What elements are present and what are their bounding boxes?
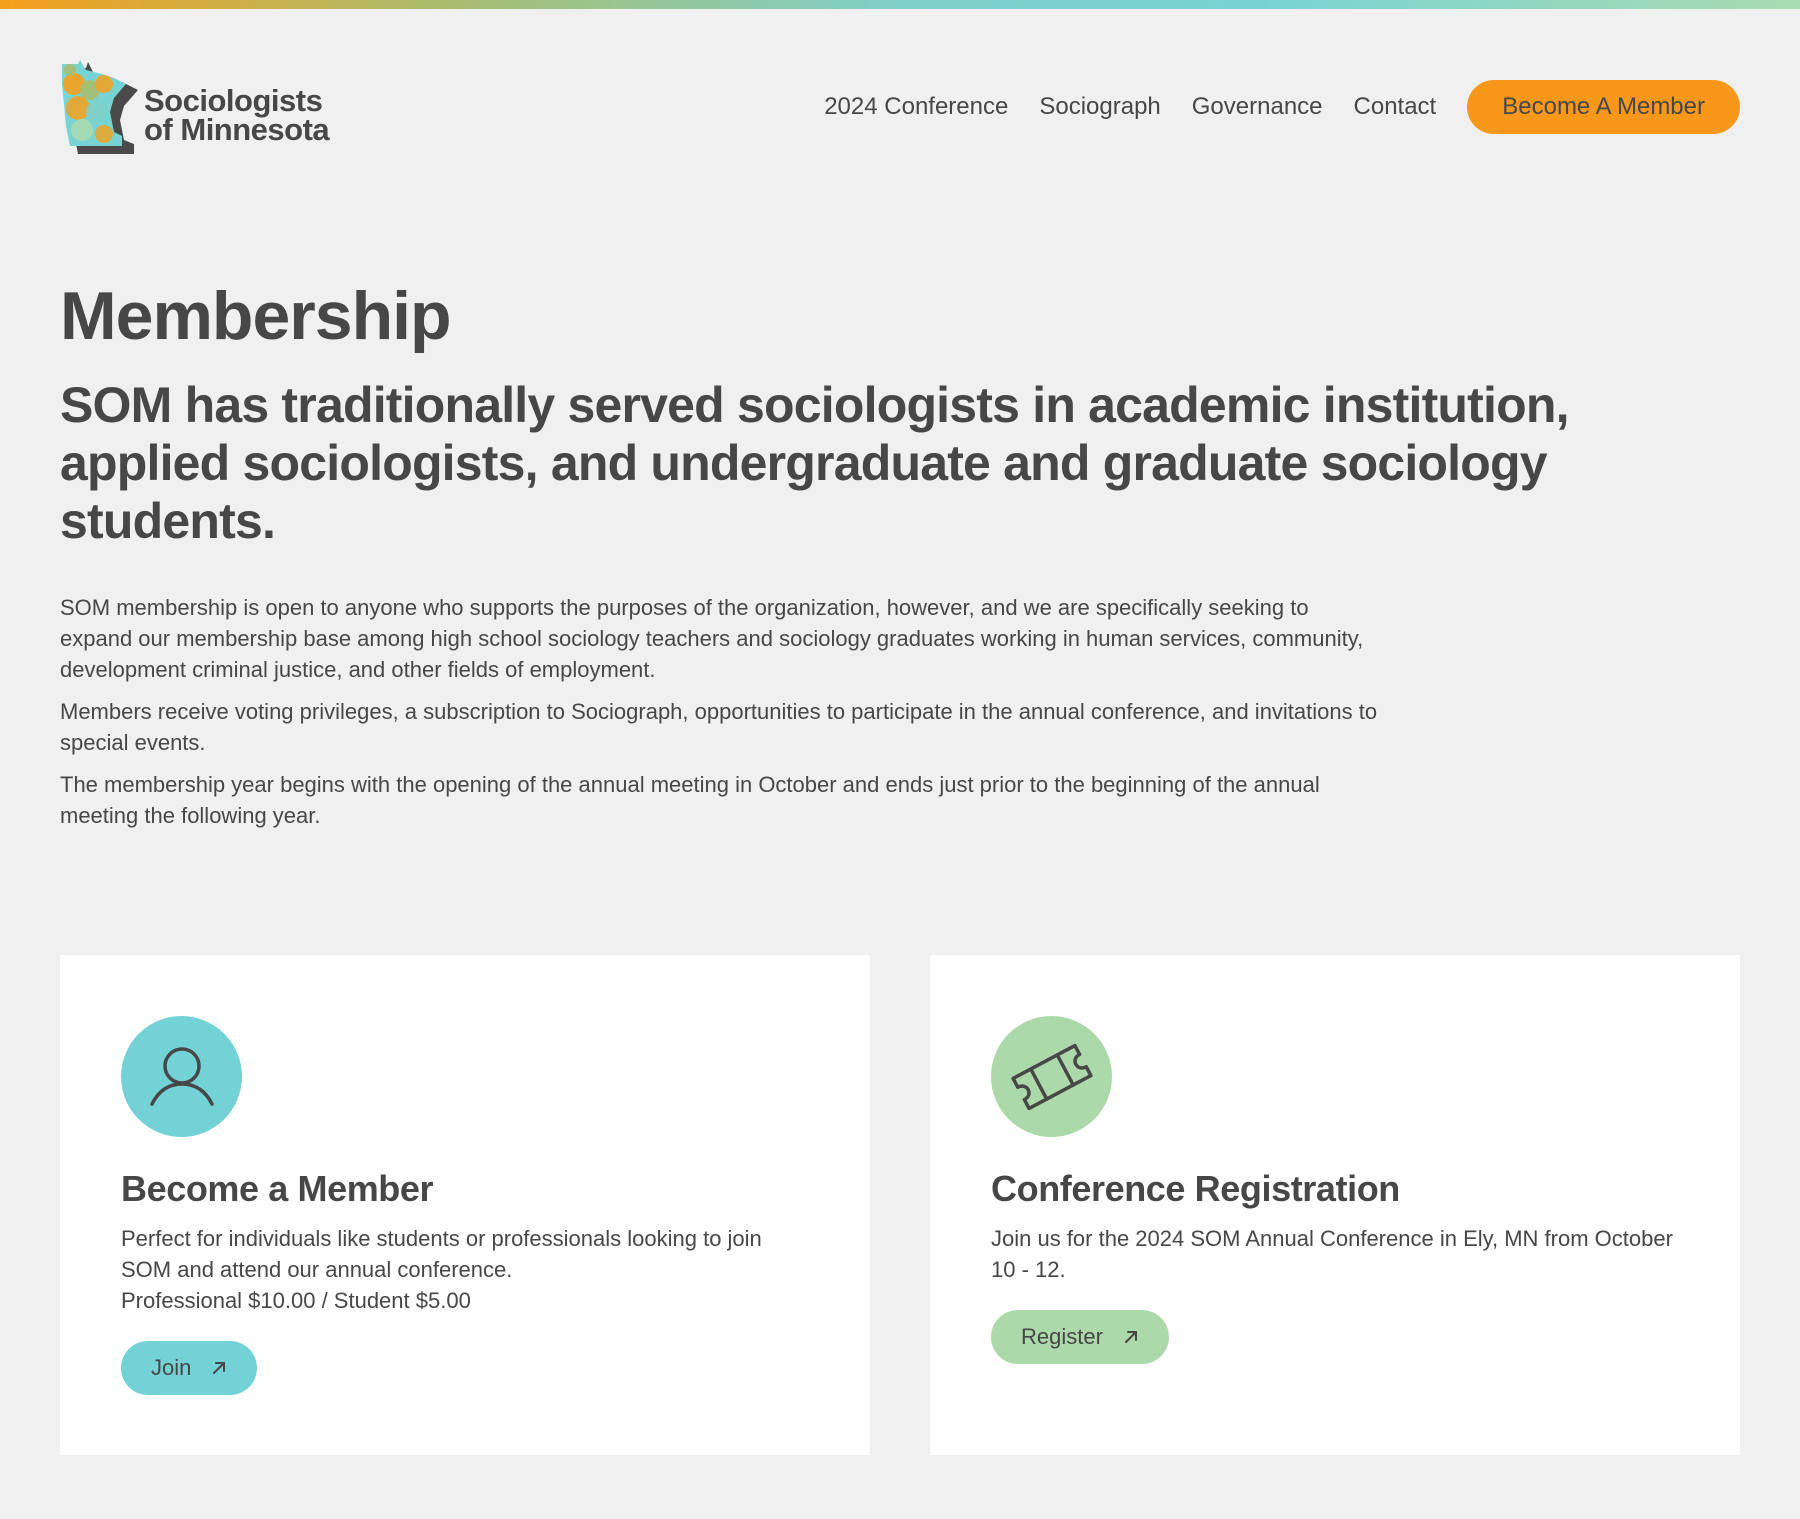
- site-header: Sociologists of Minnesota 2024 Conferenc…: [60, 58, 1740, 158]
- card-title-conference-registration: Conference Registration: [991, 1168, 1400, 1209]
- site-logo[interactable]: Sociologists of Minnesota: [60, 58, 350, 156]
- conference-registration-card: Conference Registration Join us for the …: [930, 955, 1740, 1455]
- register-button[interactable]: Register: [991, 1310, 1169, 1364]
- become-a-member-button[interactable]: Become A Member: [1467, 80, 1740, 134]
- main-nav: 2024 Conference Sociograph Governance Co…: [824, 80, 1740, 134]
- action-cards: Become a Member Perfect for individuals …: [60, 955, 1740, 1455]
- join-button[interactable]: Join: [121, 1341, 258, 1395]
- page-title: Membership: [60, 278, 452, 354]
- user-icon: [121, 1016, 242, 1137]
- logo-line-2: of Minnesota: [144, 112, 330, 147]
- nav-link-governance[interactable]: Governance: [1192, 93, 1323, 121]
- top-gradient-bar: [0, 0, 1800, 9]
- nav-link-contact[interactable]: Contact: [1354, 93, 1437, 121]
- join-button-label: Join: [151, 1355, 192, 1380]
- nav-link-2024-conference[interactable]: 2024 Conference: [824, 93, 1008, 121]
- nav-link-sociograph[interactable]: Sociograph: [1039, 93, 1160, 121]
- membership-description: SOM membership is open to anyone who sup…: [60, 592, 1380, 842]
- minnesota-map-logo-icon: [62, 60, 138, 154]
- arrow-up-right-icon: [213, 1362, 226, 1374]
- paragraph-membership-open: SOM membership is open to anyone who sup…: [60, 595, 1364, 682]
- become-member-card: Become a Member Perfect for individuals …: [60, 955, 870, 1455]
- logo-wordmark: Sociologists of Minnesota: [144, 83, 330, 147]
- register-button-label: Register: [1021, 1324, 1103, 1349]
- lead-statement: SOM has traditionally served sociologist…: [60, 377, 1569, 549]
- paragraph-member-benefits: Members receive voting privileges, a sub…: [60, 699, 1378, 755]
- logo-line-1: Sociologists: [144, 83, 323, 118]
- paragraph-membership-year: The membership year begins with the open…: [60, 772, 1320, 828]
- membership-pricing: Professional $10.00 / Student $5.00: [121, 1288, 471, 1313]
- card-title-become-member: Become a Member: [121, 1168, 434, 1209]
- card-description-conference-registration: Join us for the 2024 SOM Annual Conferen…: [991, 1226, 1673, 1282]
- ticket-icon: [991, 1016, 1112, 1137]
- card-description-become-member: Perfect for individuals like students or…: [121, 1226, 762, 1282]
- arrow-up-right-icon: [1124, 1331, 1137, 1343]
